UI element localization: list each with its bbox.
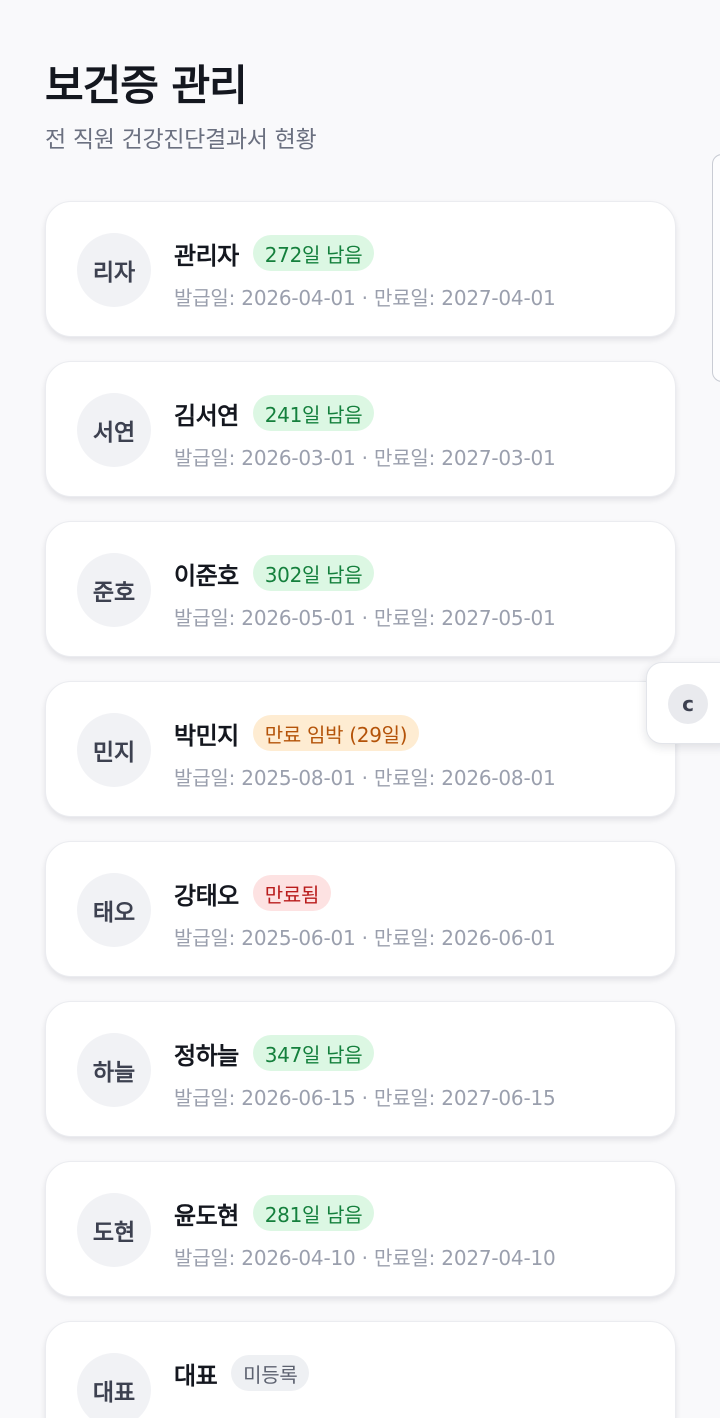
floating-widget-button[interactable]: c xyxy=(668,684,708,724)
status-badge: 만료 임박 (29일) xyxy=(252,715,420,751)
status-badge: 347일 남음 xyxy=(252,1035,375,1071)
status-badge: 272일 남음 xyxy=(252,235,375,271)
employee-card[interactable]: 도현 윤도현 281일 남음 발급일: 2026-04-10 · 만료일: 20… xyxy=(45,1161,676,1297)
employee-info: 관리자 272일 남음 발급일: 2026-04-01 · 만료일: 2027-… xyxy=(174,234,659,311)
employee-card[interactable]: 대표 대표 미등록 xyxy=(45,1321,676,1418)
certificate-dates: 발급일: 2026-04-10 · 만료일: 2027-04-10 xyxy=(174,1246,556,1270)
employee-info: 이준호 302일 남음 발급일: 2026-05-01 · 만료일: 2027-… xyxy=(174,554,659,631)
employee-card[interactable]: 하늘 정하늘 347일 남음 발급일: 2026-06-15 · 만료일: 20… xyxy=(45,1001,676,1137)
employee-name: 관리자 xyxy=(174,241,239,270)
avatar: 서연 xyxy=(77,393,151,467)
certificate-dates: 발급일: 2026-06-15 · 만료일: 2027-06-15 xyxy=(174,1086,556,1110)
employee-info: 대표 미등록 xyxy=(174,1354,659,1402)
employee-card[interactable]: 준호 이준호 302일 남음 발급일: 2026-05-01 · 만료일: 20… xyxy=(45,521,676,657)
floating-widget[interactable]: c xyxy=(646,662,720,744)
employee-name: 윤도현 xyxy=(174,1201,239,1230)
avatar: 준호 xyxy=(77,553,151,627)
page-title: 보건증 관리 xyxy=(45,61,248,110)
status-badge: 302일 남음 xyxy=(252,555,375,591)
employee-info: 김서연 241일 남음 발급일: 2026-03-01 · 만료일: 2027-… xyxy=(174,394,659,471)
employee-card[interactable]: 서연 김서연 241일 남음 발급일: 2026-03-01 · 만료일: 20… xyxy=(45,361,676,497)
name-row: 강태오 만료됨 xyxy=(174,874,659,912)
name-row: 이준호 302일 남음 xyxy=(174,554,659,592)
status-badge: 미등록 xyxy=(231,1355,310,1391)
employee-name: 강태오 xyxy=(174,881,239,910)
employee-info: 박민지 만료 임박 (29일) 발급일: 2025-08-01 · 만료일: 2… xyxy=(174,714,659,791)
certificate-dates: 발급일: 2026-03-01 · 만료일: 2027-03-01 xyxy=(174,446,556,470)
certificate-dates: 발급일: 2026-04-01 · 만료일: 2027-04-01 xyxy=(174,286,556,310)
employee-card[interactable]: 민지 박민지 만료 임박 (29일) 발급일: 2025-08-01 · 만료일… xyxy=(45,681,676,817)
certificate-dates: 발급일: 2025-06-01 · 만료일: 2026-06-01 xyxy=(174,926,556,950)
avatar: 하늘 xyxy=(77,1033,151,1107)
certificate-dates: 발급일: 2025-08-01 · 만료일: 2026-08-01 xyxy=(174,766,556,790)
side-drawer-handle[interactable] xyxy=(712,154,720,382)
employee-name: 박민지 xyxy=(174,721,239,750)
employee-name: 이준호 xyxy=(174,561,239,590)
employee-name: 정하늘 xyxy=(174,1041,239,1070)
certificate-dates: 발급일: 2026-05-01 · 만료일: 2027-05-01 xyxy=(174,606,556,630)
status-badge: 만료됨 xyxy=(252,875,332,911)
status-badge: 281일 남음 xyxy=(252,1195,375,1231)
employee-info: 정하늘 347일 남음 발급일: 2026-06-15 · 만료일: 2027-… xyxy=(174,1034,659,1111)
page-subtitle: 전 직원 건강진단결과서 현황 xyxy=(45,127,317,153)
avatar: 태오 xyxy=(77,873,151,947)
name-row: 대표 미등록 xyxy=(174,1354,659,1392)
employee-info: 윤도현 281일 남음 발급일: 2026-04-10 · 만료일: 2027-… xyxy=(174,1194,659,1271)
name-row: 김서연 241일 남음 xyxy=(174,394,659,432)
employee-card[interactable]: 리자 관리자 272일 남음 발급일: 2026-04-01 · 만료일: 20… xyxy=(45,201,676,337)
name-row: 관리자 272일 남음 xyxy=(174,234,659,272)
name-row: 박민지 만료 임박 (29일) xyxy=(174,714,659,752)
name-row: 정하늘 347일 남음 xyxy=(174,1034,659,1072)
avatar: 민지 xyxy=(77,713,151,787)
name-row: 윤도현 281일 남음 xyxy=(174,1194,659,1232)
employee-card[interactable]: 태오 강태오 만료됨 발급일: 2025-06-01 · 만료일: 2026-0… xyxy=(45,841,676,977)
employee-info: 강태오 만료됨 발급일: 2025-06-01 · 만료일: 2026-06-0… xyxy=(174,874,659,951)
employee-list: 리자 관리자 272일 남음 발급일: 2026-04-01 · 만료일: 20… xyxy=(45,201,676,1418)
health-certificate-page: 보건증 관리 전 직원 건강진단결과서 현황 리자 관리자 272일 남음 발급… xyxy=(0,0,720,1418)
avatar: 리자 xyxy=(77,233,151,307)
employee-name: 김서연 xyxy=(174,401,239,430)
status-badge: 241일 남음 xyxy=(252,395,375,431)
avatar: 도현 xyxy=(77,1193,151,1267)
avatar: 대표 xyxy=(77,1353,151,1418)
employee-name: 대표 xyxy=(174,1361,218,1390)
